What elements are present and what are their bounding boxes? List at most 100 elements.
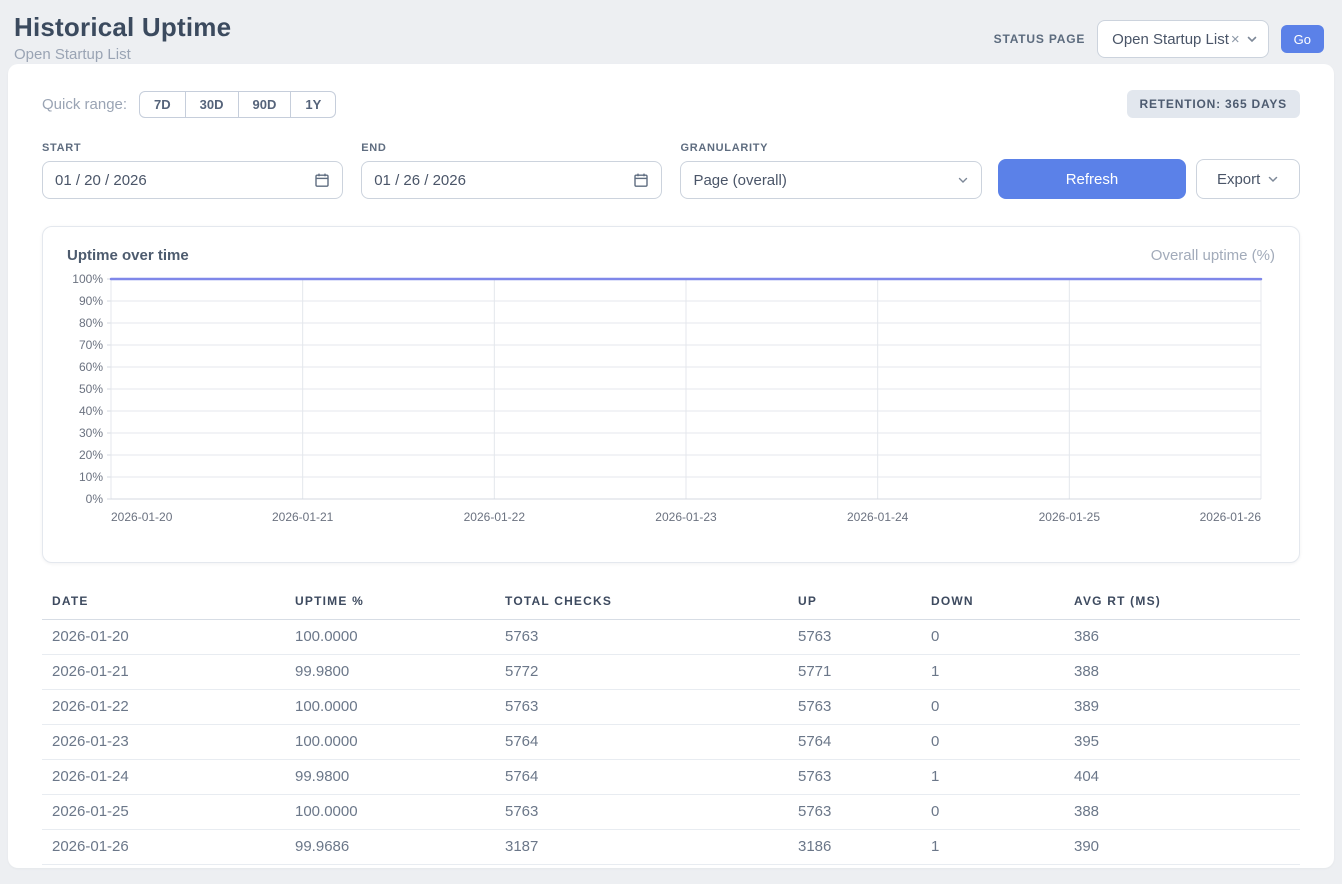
table-header-row: DATEUPTIME %TOTAL CHECKSUPDOWNAVG RT (MS… [42,585,1300,620]
svg-text:30%: 30% [79,426,103,440]
header-titles: Historical Uptime Open Startup List [14,12,231,63]
column-header: AVG RT (MS) [1064,585,1300,620]
controls-row: START 01 / 20 / 2026 END 01 / 26 / 2026 … [42,142,1300,199]
table-cell: 1 [921,830,1064,865]
svg-text:2026-01-25: 2026-01-25 [1039,510,1101,524]
chevron-down-icon [1267,173,1279,185]
table-row: 2026-01-23100.0000576457640395 [42,725,1300,760]
table-cell: 0 [921,725,1064,760]
column-header: UP [788,585,921,620]
granularity-label: GRANULARITY [680,142,981,154]
svg-text:2026-01-21: 2026-01-21 [272,510,334,524]
svg-text:60%: 60% [79,360,103,374]
svg-text:50%: 50% [79,382,103,396]
uptime-line-chart: 0%10%20%30%40%50%60%70%80%90%100%2026-01… [43,270,1300,551]
table-cell: 1 [921,655,1064,690]
table-cell: 5763 [495,795,788,830]
table-cell: 5764 [495,760,788,795]
export-button[interactable]: Export [1196,159,1300,199]
svg-text:10%: 10% [79,470,103,484]
table-cell: 2026-01-25 [42,795,285,830]
chevron-down-icon [957,174,969,186]
end-date-input[interactable]: 01 / 26 / 2026 [361,161,662,199]
table-row: 2026-01-2199.9800577257711388 [42,655,1300,690]
calendar-icon[interactable] [633,172,649,188]
svg-text:70%: 70% [79,338,103,352]
table-row: 2026-01-25100.0000576357630388 [42,795,1300,830]
chart-title: Uptime over time [67,247,189,264]
column-header: UPTIME % [285,585,495,620]
go-button[interactable]: Go [1281,25,1324,53]
table-cell: 388 [1064,795,1300,830]
svg-text:2026-01-20: 2026-01-20 [111,510,173,524]
table-cell: 395 [1064,725,1300,760]
table-cell: 3187 [495,830,788,865]
table-cell: 2026-01-24 [42,760,285,795]
svg-text:100%: 100% [72,272,103,286]
svg-text:2026-01-23: 2026-01-23 [655,510,717,524]
table-cell: 388 [1064,655,1300,690]
table-cell: 5772 [495,655,788,690]
end-date-label: END [361,142,662,154]
quick-range-button-30d[interactable]: 30D [185,91,239,118]
table-cell: 390 [1064,830,1300,865]
chevron-down-icon [1246,33,1258,45]
table-cell: 2026-01-26 [42,830,285,865]
quick-range-button-90d[interactable]: 90D [238,91,292,118]
uptime-chart-card: Uptime over time Overall uptime (%) 0% 10… [42,226,1300,563]
start-date-field: START 01 / 20 / 2026 [42,142,343,199]
table-cell: 5763 [788,690,921,725]
table-cell: 100.0000 [285,620,495,655]
svg-text:40%: 40% [79,404,103,418]
start-date-value: 01 / 20 / 2026 [55,172,314,189]
table-row: 2026-01-22100.0000576357630389 [42,690,1300,725]
quick-range-button-7d[interactable]: 7D [139,91,186,118]
header-right: STATUS PAGE Open Startup List × Go [994,20,1324,58]
quick-range-button-1y[interactable]: 1Y [290,91,336,118]
status-page-selected-value: Open Startup List [1112,31,1229,48]
table-row: 2026-01-20100.0000576357630386 [42,620,1300,655]
column-header: DATE [42,585,285,620]
start-date-input[interactable]: 01 / 20 / 2026 [42,161,343,199]
page-subtitle: Open Startup List [14,46,231,63]
table-cell: 5764 [788,725,921,760]
quick-range-group: 7D30D90D1Y [139,91,336,118]
retention-badge: RETENTION: 365 DAYS [1127,90,1300,118]
table-cell: 5763 [788,620,921,655]
svg-text:90%: 90% [79,294,103,308]
table-cell: 5763 [495,620,788,655]
granularity-select[interactable]: Page (overall) [680,161,981,199]
status-page-label: STATUS PAGE [994,32,1085,46]
end-date-value: 01 / 26 / 2026 [374,172,633,189]
svg-text:2026-01-22: 2026-01-22 [464,510,526,524]
calendar-icon[interactable] [314,172,330,188]
table-cell: 100.0000 [285,795,495,830]
svg-text:2026-01-26: 2026-01-26 [1200,510,1262,524]
table-cell: 2026-01-21 [42,655,285,690]
table-cell: 0 [921,690,1064,725]
table-row: 2026-01-2699.9686318731861390 [42,830,1300,865]
status-page-select[interactable]: Open Startup List × [1097,20,1269,58]
refresh-button[interactable]: Refresh [998,159,1187,199]
table-cell: 386 [1064,620,1300,655]
chart-plot-area: 0%10%20%30%40%50%60%70%80%90%100%2026-01… [43,270,1299,556]
uptime-table: DATEUPTIME %TOTAL CHECKSUPDOWNAVG RT (MS… [42,585,1300,865]
svg-text:0%: 0% [86,492,104,506]
table-cell: 100.0000 [285,690,495,725]
chart-header: Uptime over time Overall uptime (%) [43,227,1299,270]
granularity-selected-value: Page (overall) [693,172,956,189]
table-cell: 2026-01-22 [42,690,285,725]
svg-text:80%: 80% [79,316,103,330]
table-cell: 99.9686 [285,830,495,865]
table-cell: 0 [921,795,1064,830]
column-header: TOTAL CHECKS [495,585,788,620]
export-button-label: Export [1217,171,1260,188]
page-title: Historical Uptime [14,12,231,43]
clear-selection-icon[interactable]: × [1231,31,1240,48]
table-cell: 100.0000 [285,725,495,760]
end-date-field: END 01 / 26 / 2026 [361,142,662,199]
table-cell: 404 [1064,760,1300,795]
chart-legend: Overall uptime (%) [1151,247,1275,264]
uptime-table-head: DATEUPTIME %TOTAL CHECKSUPDOWNAVG RT (MS… [42,585,1300,620]
table-cell: 5763 [788,795,921,830]
